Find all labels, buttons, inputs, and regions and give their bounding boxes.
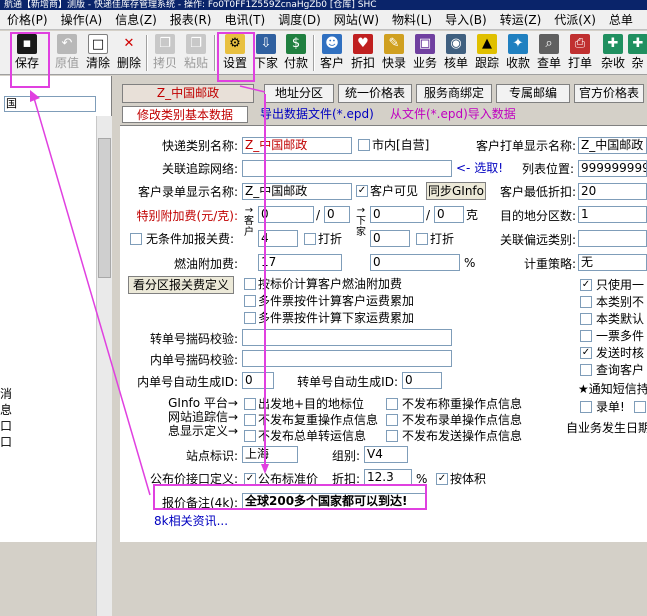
arrow-to-settings [239,85,266,93]
arrow-to-save [33,97,151,496]
arrowhead-remark-icon [261,464,269,474]
annotation-arrows [30,85,269,496]
